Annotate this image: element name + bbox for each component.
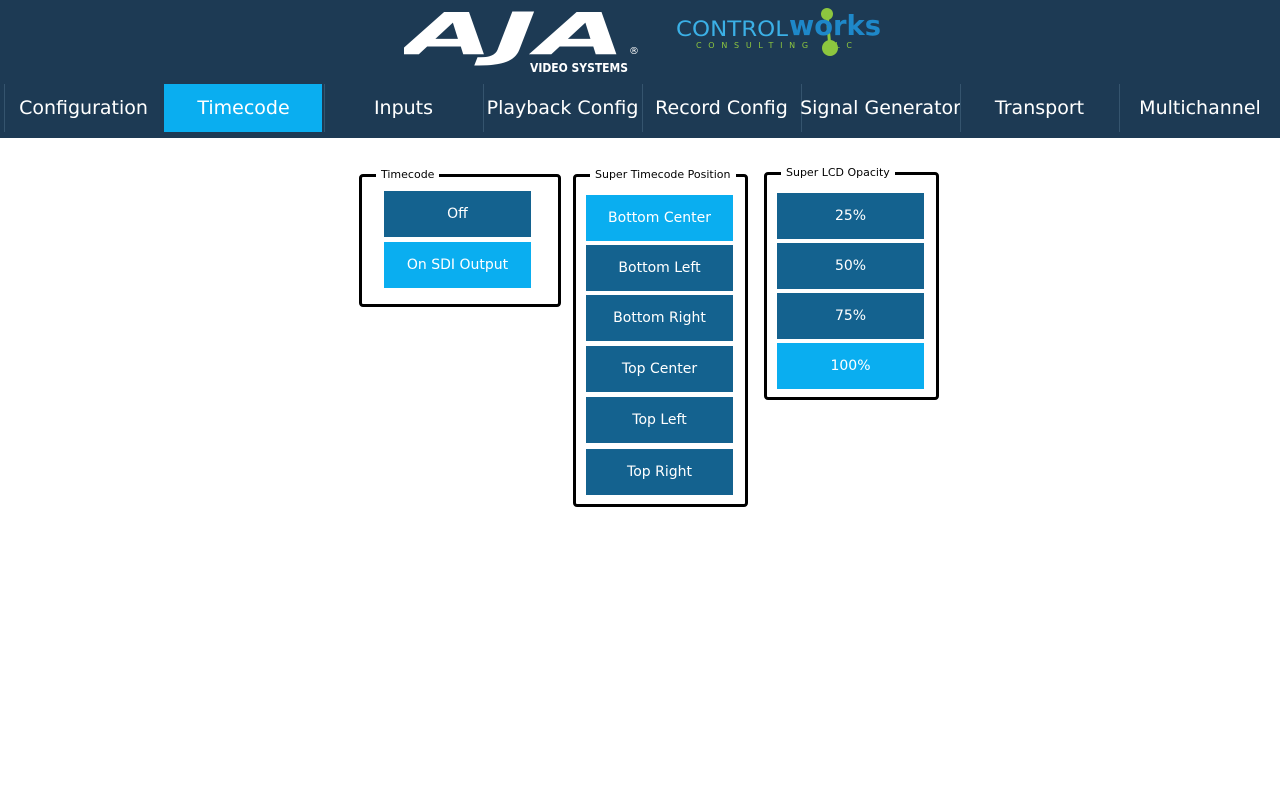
- tab-label: Record Config: [655, 97, 788, 119]
- position-top-right-button[interactable]: Top Right: [586, 449, 733, 495]
- super-lcd-opacity-group: Super LCD Opacity 25% 50% 75% 100%: [764, 165, 939, 400]
- aja-logo: AJA ® VIDEO SYSTEMS: [404, 8, 639, 75]
- opacity-25-button[interactable]: 25%: [777, 193, 924, 239]
- tab-multichannel[interactable]: Multichannel: [1119, 84, 1280, 132]
- tab-transport[interactable]: Transport: [960, 84, 1118, 132]
- tab-configuration[interactable]: Configuration: [4, 84, 162, 132]
- position-top-left-button[interactable]: Top Left: [586, 397, 733, 443]
- timecode-on-sdi-output-button[interactable]: On SDI Output: [384, 242, 531, 288]
- opacity-75-button[interactable]: 75%: [777, 293, 924, 339]
- tab-label: Playback Config: [486, 97, 639, 119]
- cw-works-text: works: [789, 9, 881, 42]
- tab-timecode[interactable]: Timecode: [164, 84, 322, 132]
- tab-label: Signal Generator: [800, 97, 961, 119]
- super-timecode-position-group: Super Timecode Position Bottom Center Bo…: [573, 167, 748, 507]
- tab-label: Configuration: [19, 97, 148, 119]
- opacity-100-button[interactable]: 100%: [777, 343, 924, 389]
- tab-playback-config[interactable]: Playback Config: [483, 84, 641, 132]
- timecode-group: Timecode Off On SDI Output: [359, 167, 561, 307]
- controlworks-logo: CONTROL works CONSULTING LLC: [676, 8, 881, 56]
- group-title: Super Timecode Position: [590, 167, 736, 183]
- tab-label: Inputs: [373, 97, 434, 119]
- timecode-off-button[interactable]: Off: [384, 191, 531, 237]
- position-top-center-button[interactable]: Top Center: [586, 346, 733, 392]
- tab-label: Multichannel: [1139, 97, 1261, 119]
- aja-wordmark: AJA: [404, 8, 626, 68]
- group-title: Timecode: [376, 167, 440, 183]
- group-title: Super LCD Opacity: [781, 165, 895, 181]
- tab-label: Transport: [994, 97, 1085, 119]
- opacity-50-button[interactable]: 50%: [777, 243, 924, 289]
- aja-registered-mark: ®: [629, 46, 639, 57]
- header-bar: AJA ® VIDEO SYSTEMS CONTROL works CONSUL…: [0, 0, 1280, 138]
- tab-label: Timecode: [197, 97, 290, 119]
- tab-record-config[interactable]: Record Config: [642, 84, 800, 132]
- main-tab-bar: Configuration Timecode Inputs Playback C…: [4, 84, 1280, 132]
- tab-inputs[interactable]: Inputs: [324, 84, 482, 132]
- aja-tagline: VIDEO SYSTEMS: [530, 61, 628, 75]
- position-bottom-left-button[interactable]: Bottom Left: [586, 245, 733, 291]
- tab-signal-generator[interactable]: Signal Generator: [800, 84, 961, 132]
- position-bottom-center-button[interactable]: Bottom Center: [586, 195, 733, 241]
- position-bottom-right-button[interactable]: Bottom Right: [586, 295, 733, 341]
- cw-control-text: CONTROL: [676, 17, 788, 41]
